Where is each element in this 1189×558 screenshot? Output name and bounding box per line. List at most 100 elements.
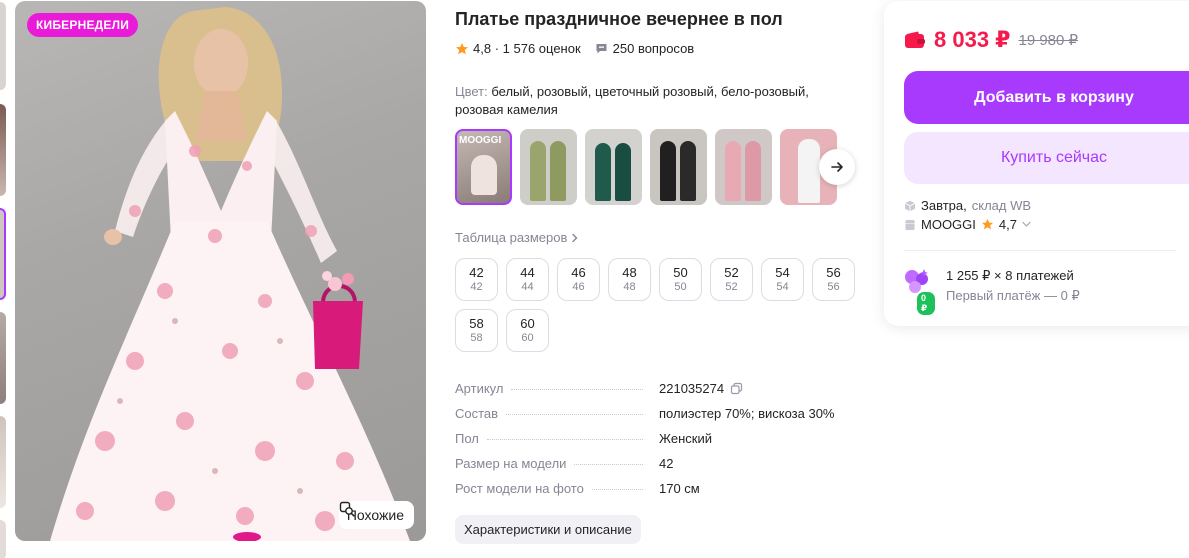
buy-now-button[interactable]: Купить сейчас — [904, 132, 1189, 184]
gallery-thumbnail[interactable] — [0, 416, 6, 508]
size-value: 42 — [469, 264, 484, 280]
price-row: 8 033 ₽ 19 980 ₽ — [904, 27, 1078, 53]
chevron-down-icon — [1022, 221, 1031, 227]
variant-brand-text: MOOGGI — [459, 135, 502, 146]
color-variant[interactable] — [715, 129, 772, 205]
gallery-thumbnail[interactable] — [0, 520, 6, 558]
spec-dots — [511, 389, 644, 390]
size-value: 60 — [520, 315, 535, 331]
gallery-thumbnail[interactable] — [0, 2, 6, 90]
characteristics-button[interactable]: Характеристики и описание — [455, 515, 641, 544]
size-selector: 42 42 44 44 46 46 48 48 50 50 52 52 54 54 56 56 … — [455, 258, 855, 352]
size-option[interactable]: 56 56 — [812, 258, 855, 301]
product-title: Платье праздничное вечернее в пол — [455, 9, 783, 29]
star-icon — [981, 218, 993, 230]
delivery-day: Завтра, — [921, 198, 967, 213]
size-ru-value: 44 — [521, 280, 534, 293]
color-line: Цвет: белый, розовый, цветочный розовый,… — [455, 83, 835, 119]
article-number: 221035274 — [659, 381, 725, 396]
color-variant[interactable] — [650, 129, 707, 205]
spec-row: Артикул 221035274 — [455, 381, 855, 406]
copy-icon[interactable] — [730, 382, 743, 395]
color-variant[interactable] — [520, 129, 577, 205]
delivery-info: Завтра, склад WB — [904, 198, 1031, 213]
size-table-link[interactable]: Таблица размеров — [455, 230, 579, 245]
spec-value: полиэстер 70%; вискоза 30% — [659, 406, 835, 421]
size-ru-value: 56 — [827, 280, 840, 293]
gallery-thumbnail-selected[interactable] — [0, 208, 6, 300]
spec-dots — [486, 439, 643, 440]
installment-icon: 0 ₽ — [902, 267, 936, 316]
gallery-thumbnail[interactable] — [0, 312, 6, 404]
spec-row: Рост модели на фото 170 см — [455, 481, 855, 506]
seller-rating: 4,7 — [998, 217, 1017, 232]
delivery-warehouse: склад WB — [971, 198, 1032, 213]
spec-row: Состав полиэстер 70%; вискоза 30% — [455, 406, 855, 431]
size-table-label: Таблица размеров — [455, 230, 568, 245]
spec-value: 170 см — [659, 481, 700, 496]
questions-count[interactable]: 250 вопросов — [613, 41, 695, 56]
color-variant-selected[interactable]: MOOGGI — [455, 129, 512, 205]
size-option[interactable]: 58 58 — [455, 309, 498, 352]
similar-search-icon — [339, 501, 355, 517]
size-ru-value: 58 — [470, 331, 483, 344]
size-value: 44 — [520, 264, 535, 280]
installment-text: 1 255 ₽ × 8 платежей Первый платёж — 0 ₽ — [946, 266, 1080, 306]
size-option[interactable]: 52 52 — [710, 258, 753, 301]
size-value: 48 — [622, 264, 637, 280]
buy-card: 8 033 ₽ 19 980 ₽ Добавить в корзину Купи… — [884, 1, 1189, 326]
old-price: 19 980 ₽ — [1018, 32, 1079, 49]
rating-value: 4,8 — [473, 41, 492, 56]
store-icon — [905, 219, 915, 230]
spec-dots — [574, 464, 644, 465]
gallery-thumbnail[interactable] — [0, 104, 6, 196]
seller-name: MOOGGI — [921, 217, 976, 232]
size-option[interactable]: 60 60 — [506, 309, 549, 352]
installment-main: 1 255 ₽ × 8 платежей — [946, 268, 1074, 283]
size-value: 54 — [775, 264, 790, 280]
size-ru-value: 60 — [521, 331, 534, 344]
rating-separator: · — [491, 41, 503, 56]
add-to-cart-button[interactable]: Добавить в корзину — [904, 71, 1189, 124]
size-ru-value: 54 — [776, 280, 789, 293]
size-ru-value: 46 — [572, 280, 585, 293]
product-meta: 4,8 · 1 576 оценок 250 вопросов — [455, 41, 694, 56]
color-variant[interactable] — [585, 129, 642, 205]
similar-products-button[interactable]: Похожие — [338, 501, 414, 529]
product-main-photo[interactable]: КИБЕРНЕДЕЛИ Похожие — [15, 1, 426, 541]
size-value: 56 — [826, 264, 841, 280]
installment-offer[interactable]: 0 ₽ 1 255 ₽ × 8 платежей Первый платёж —… — [902, 266, 1080, 316]
spec-key: Артикул — [455, 381, 504, 396]
size-option[interactable]: 50 50 — [659, 258, 702, 301]
variants-next-button[interactable] — [819, 149, 855, 185]
size-value: 58 — [469, 315, 484, 331]
color-label: Цвет: — [455, 84, 488, 99]
spec-value: 221035274 — [659, 381, 743, 396]
size-option[interactable]: 44 44 — [506, 258, 549, 301]
size-value: 46 — [571, 264, 586, 280]
current-price: 8 033 ₽ — [934, 27, 1011, 52]
size-option[interactable]: 54 54 — [761, 258, 804, 301]
dress-photo-illustration — [50, 7, 410, 541]
size-option[interactable]: 42 42 — [455, 258, 498, 301]
reviews-count[interactable]: 1 576 оценок — [503, 41, 581, 56]
size-option[interactable]: 48 48 — [608, 258, 651, 301]
installment-badge: 0 ₽ — [916, 291, 936, 316]
seller-info[interactable]: MOOGGI 4,7 — [904, 217, 1031, 232]
arrow-right-icon — [831, 162, 843, 172]
spec-key: Размер на модели — [455, 456, 567, 471]
spec-value: 42 — [659, 456, 674, 471]
size-ru-value: 50 — [674, 280, 687, 293]
size-value: 50 — [673, 264, 688, 280]
spec-key: Рост модели на фото — [455, 481, 584, 496]
spec-key: Пол — [455, 431, 479, 446]
star-icon — [456, 42, 468, 54]
size-value: 52 — [724, 264, 739, 280]
size-option[interactable]: 46 46 — [557, 258, 600, 301]
color-variants: MOOGGI — [455, 129, 837, 205]
promo-badge: КИБЕРНЕДЕЛИ — [27, 13, 139, 37]
thumbnail-strip — [0, 0, 8, 558]
wallet-icon — [905, 31, 925, 48]
chevron-right-icon — [572, 233, 578, 242]
product-specs: Артикул 221035274 Состав полиэстер 70%; … — [455, 381, 855, 506]
